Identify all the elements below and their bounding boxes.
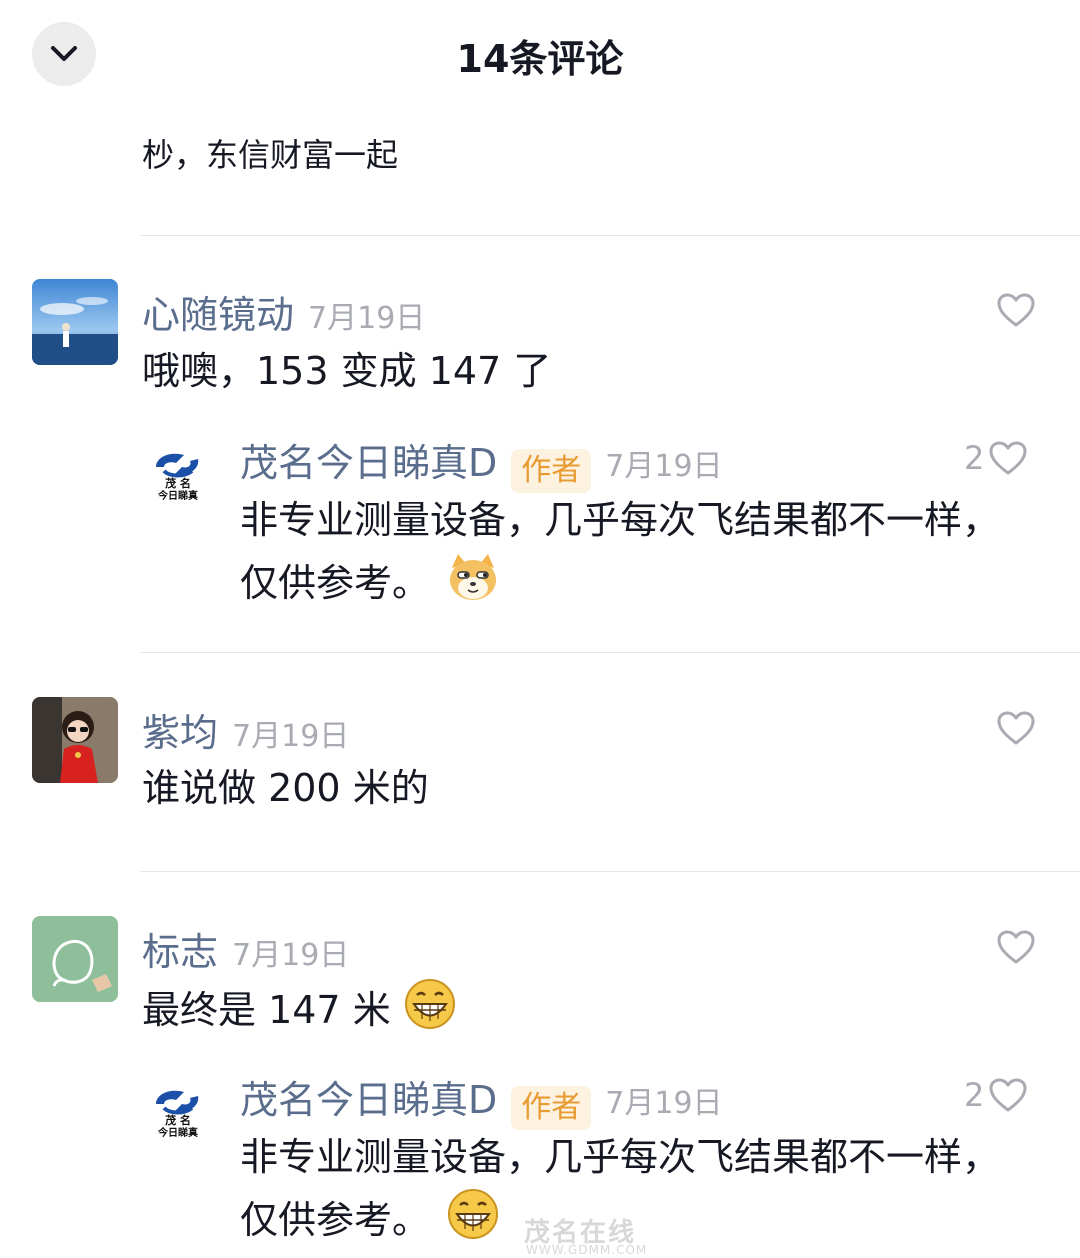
author-logo-avatar[interactable]: 茂 名 今日睇真 bbox=[140, 437, 216, 513]
comments-count-title: 14条评论 bbox=[456, 37, 624, 81]
commenter-name[interactable]: 心随镜动 bbox=[142, 284, 294, 339]
comment-text: 哦噢，153 变成 147 了 bbox=[142, 349, 552, 393]
avatar[interactable] bbox=[32, 916, 118, 1002]
author-logo-avatar[interactable]: 茂 名 今日睇真 bbox=[140, 1074, 216, 1150]
doge-emoji-icon bbox=[446, 550, 500, 621]
reply-text-line-2: 仅供参考。 bbox=[240, 550, 500, 621]
like-button[interactable]: 2 bbox=[964, 439, 1028, 477]
logo-text: 今日睇真 bbox=[157, 1126, 198, 1139]
comment-date: 7月19日 bbox=[605, 1086, 723, 1121]
comment-date: 7月19日 bbox=[605, 449, 723, 484]
like-button[interactable] bbox=[996, 710, 1036, 746]
commenter-name[interactable]: 紫均 bbox=[142, 702, 218, 757]
logo-text: 今日睇真 bbox=[157, 489, 198, 502]
grin-emoji-icon bbox=[403, 977, 457, 1048]
avatar[interactable] bbox=[32, 697, 118, 783]
reply-text: 仅供参考。 bbox=[240, 1198, 431, 1242]
logo-text: 茂 名 bbox=[165, 1113, 191, 1127]
reply-text-line: 非专业测量设备，几乎每次飞结果都不一样， bbox=[240, 1135, 1001, 1179]
comment-date: 7月19日 bbox=[232, 719, 350, 754]
author-badge: 作者 bbox=[511, 449, 592, 493]
comment-date: 7月19日 bbox=[232, 938, 350, 973]
divider bbox=[140, 871, 1080, 872]
commenter-name[interactable]: 标志 bbox=[142, 921, 218, 976]
comment-date: 7月19日 bbox=[308, 301, 426, 336]
like-button[interactable]: 2 bbox=[964, 1076, 1028, 1114]
comment-text: 谁说做 200 米的 bbox=[142, 766, 429, 810]
reply-text-line: 非专业测量设备，几乎每次飞结果都不一样， bbox=[240, 498, 1001, 542]
divider bbox=[140, 235, 1080, 236]
comment-text: 最终是 147 米 bbox=[142, 988, 391, 1032]
reply-text: 仅供参考。 bbox=[240, 561, 431, 605]
watermark-url: WWW.GDMM.COM bbox=[526, 1243, 648, 1257]
logo-text: 茂 名 bbox=[165, 476, 191, 490]
heart-icon bbox=[989, 441, 1027, 475]
partial-comment-text: 杪，东信财富一起 bbox=[142, 136, 399, 174]
avatar[interactable] bbox=[32, 279, 118, 365]
like-button[interactable] bbox=[996, 292, 1036, 328]
comment-text-row: 最终是 147 米 bbox=[142, 977, 457, 1048]
like-count: 2 bbox=[964, 1076, 985, 1114]
heart-icon bbox=[989, 1078, 1027, 1112]
divider bbox=[140, 652, 1080, 653]
author-badge: 作者 bbox=[511, 1086, 592, 1130]
heart-icon bbox=[997, 711, 1035, 745]
author-name[interactable]: 茂名今日睇真D bbox=[240, 1069, 497, 1124]
heart-icon bbox=[997, 293, 1035, 327]
watermark: 茂名在线 WWW.GDMM.COM bbox=[440, 1212, 647, 1257]
like-count: 2 bbox=[964, 439, 985, 477]
like-button[interactable] bbox=[996, 929, 1036, 965]
heart-icon bbox=[997, 930, 1035, 964]
author-name[interactable]: 茂名今日睇真D bbox=[240, 432, 497, 487]
